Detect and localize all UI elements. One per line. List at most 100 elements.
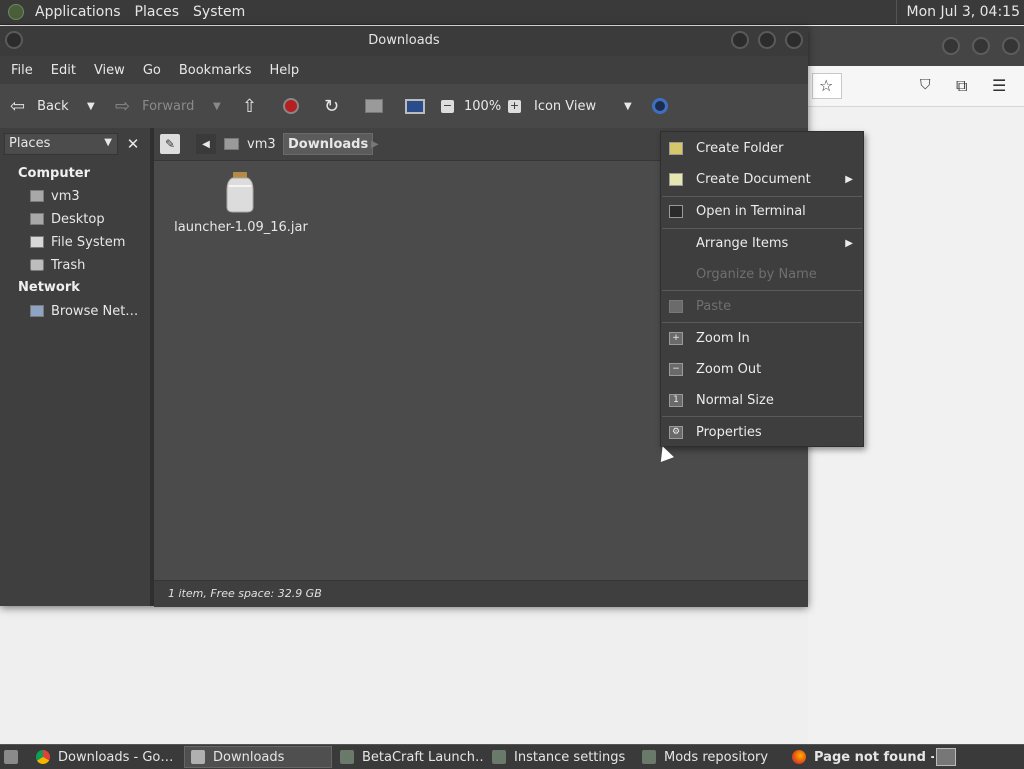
location-toggle-button[interactable]: ✎ — [160, 134, 180, 154]
menu-separator — [662, 416, 862, 417]
extensions-icon[interactable]: ⧉ — [956, 76, 967, 96]
places-menu[interactable]: Places — [128, 4, 187, 20]
taskbar-item-label: Page not found - … — [814, 749, 934, 765]
chevron-down-icon: ▼ — [104, 137, 112, 148]
context-menu: Create Folder Create Document ▶ Open in … — [660, 131, 864, 447]
taskbar-item-firefox[interactable]: Page not found - … — [786, 746, 934, 768]
path-forward-arrow[interactable]: ▶ — [371, 134, 379, 154]
taskbar-item-instance-settings[interactable]: Instance settings — [486, 746, 634, 768]
menu-item-zoom-in[interactable]: + Zoom In — [661, 324, 863, 352]
view-mode-dropdown-icon[interactable]: ▼ — [624, 84, 632, 128]
back-button[interactable]: ⇦ Back — [10, 84, 69, 128]
menu-item-label: Normal Size — [696, 392, 774, 408]
system-menu[interactable]: System — [186, 4, 252, 20]
maximize-button[interactable] — [758, 31, 776, 49]
up-button[interactable]: ⇧ — [242, 84, 257, 128]
terminal-icon — [669, 204, 683, 218]
sidebar-item-vm3[interactable]: vm3 — [30, 186, 80, 206]
breadcrumb-vm3[interactable]: vm3 — [224, 134, 276, 154]
minimize-button[interactable] — [731, 31, 749, 49]
menu-item-label: Create Document — [696, 171, 811, 187]
menu-file[interactable]: File — [2, 63, 42, 78]
desktop-icon — [30, 213, 44, 225]
drive-icon — [30, 236, 44, 248]
edit-location-icon: ✎ — [164, 137, 176, 151]
sidebar-item-label: Desktop — [51, 211, 105, 227]
sidebar-item-browse-network[interactable]: Browse Net… — [30, 301, 138, 321]
taskbar-item-betacraft[interactable]: BetaCraft Launch… — [334, 746, 484, 768]
taskbar-item-downloads[interactable]: Downloads — [184, 746, 332, 768]
menu-item-create-document[interactable]: Create Document ▶ — [661, 165, 863, 193]
zoom-in-button[interactable]: + — [508, 84, 521, 128]
distro-logo-icon[interactable] — [8, 4, 24, 20]
workspace-switcher[interactable] — [936, 746, 958, 768]
folder-icon — [191, 750, 205, 764]
home-button[interactable] — [365, 84, 383, 128]
taskbar-item-chrome[interactable]: Downloads - Go… — [30, 746, 180, 768]
forward-history-dropdown[interactable]: ▼ — [213, 84, 221, 128]
menu-edit[interactable]: Edit — [42, 63, 85, 78]
search-button[interactable] — [652, 84, 668, 128]
sidebar-item-label: Browse Net… — [51, 303, 139, 319]
stop-icon — [283, 98, 299, 114]
sidebar-item-desktop[interactable]: Desktop — [30, 209, 105, 229]
submenu-arrow-icon: ▶ — [845, 173, 853, 185]
menu-bookmarks[interactable]: Bookmarks — [170, 63, 261, 78]
stop-button[interactable] — [283, 84, 299, 128]
forward-button[interactable]: ⇨ Forward — [115, 84, 194, 128]
home-folder-icon — [365, 99, 383, 113]
bookmark-star-button[interactable]: ☆ — [812, 73, 842, 99]
zoom-out-button[interactable]: − — [441, 84, 454, 128]
close-button[interactable] — [1002, 37, 1020, 55]
menu-item-properties[interactable]: ⚙ Properties — [661, 418, 863, 446]
menu-item-normal-size[interactable]: 1 Normal Size — [661, 386, 863, 414]
reload-button[interactable]: ↻ — [324, 84, 339, 128]
zoom-level[interactable]: 100% — [464, 84, 501, 128]
breadcrumb-downloads[interactable]: Downloads — [283, 133, 374, 155]
sidebar-item-file-system[interactable]: File System — [30, 232, 125, 252]
menu-help[interactable]: Help — [260, 63, 308, 78]
browser-titlebar — [808, 26, 1024, 66]
sidebar-section-computer: Computer — [18, 166, 91, 181]
menu-item-zoom-out[interactable]: − Zoom Out — [661, 355, 863, 383]
menu-item-organize-by-name[interactable]: Organize by Name — [661, 260, 863, 288]
menu-item-open-terminal[interactable]: Open in Terminal — [661, 197, 863, 225]
top-panel: Applications Places System — [0, 0, 1024, 25]
sidebar-item-trash[interactable]: Trash — [30, 255, 85, 275]
view-mode-select[interactable]: Icon View — [534, 84, 596, 128]
search-icon — [652, 98, 668, 114]
star-icon: ☆ — [819, 76, 834, 95]
jar-file-icon[interactable] — [224, 171, 256, 213]
maximize-button[interactable] — [972, 37, 990, 55]
document-new-icon — [669, 172, 683, 186]
back-history-dropdown[interactable]: ▼ — [87, 84, 95, 128]
java-icon — [492, 750, 506, 764]
file-name[interactable]: launcher-1.09_16.jar — [174, 220, 308, 235]
taskbar-item-label: Mods repository — [664, 749, 769, 765]
pocket-icon[interactable]: ⛉ — [920, 77, 931, 93]
menu-item-label: Paste — [696, 298, 732, 314]
path-back-arrow[interactable]: ◀ — [196, 134, 216, 154]
close-sidebar-button[interactable]: ✕ — [122, 133, 144, 155]
window-titlebar[interactable]: Downloads — [0, 26, 808, 56]
menu-separator — [662, 290, 862, 291]
close-button[interactable] — [785, 31, 803, 49]
menu-view[interactable]: View — [85, 63, 134, 78]
sidebar-item-label: Trash — [51, 257, 86, 273]
minimize-button[interactable] — [942, 37, 960, 55]
hamburger-menu-icon[interactable]: ☰ — [992, 76, 1006, 95]
sidebar-type-select[interactable]: Places ▼ — [4, 133, 118, 155]
menu-item-label: Properties — [696, 424, 762, 440]
clock[interactable]: Mon Jul 3, 04:15 — [895, 0, 1024, 24]
computer-button[interactable] — [405, 84, 425, 128]
applications-menu[interactable]: Applications — [28, 4, 128, 20]
toolbar: ⇦ Back ▼ ⇨ Forward ▼ ⇧ ↻ − 100% + Icon V… — [0, 84, 808, 129]
home-folder-icon — [224, 138, 239, 150]
show-desktop-button[interactable] — [0, 746, 26, 768]
menu-item-create-folder[interactable]: Create Folder — [661, 134, 863, 162]
menubar: File Edit View Go Bookmarks Help — [0, 56, 808, 84]
menu-go[interactable]: Go — [134, 63, 170, 78]
menu-item-arrange-items[interactable]: Arrange Items ▶ — [661, 229, 863, 257]
menu-item-paste[interactable]: Paste — [661, 292, 863, 320]
taskbar-item-mods-repository[interactable]: Mods repository — [636, 746, 784, 768]
